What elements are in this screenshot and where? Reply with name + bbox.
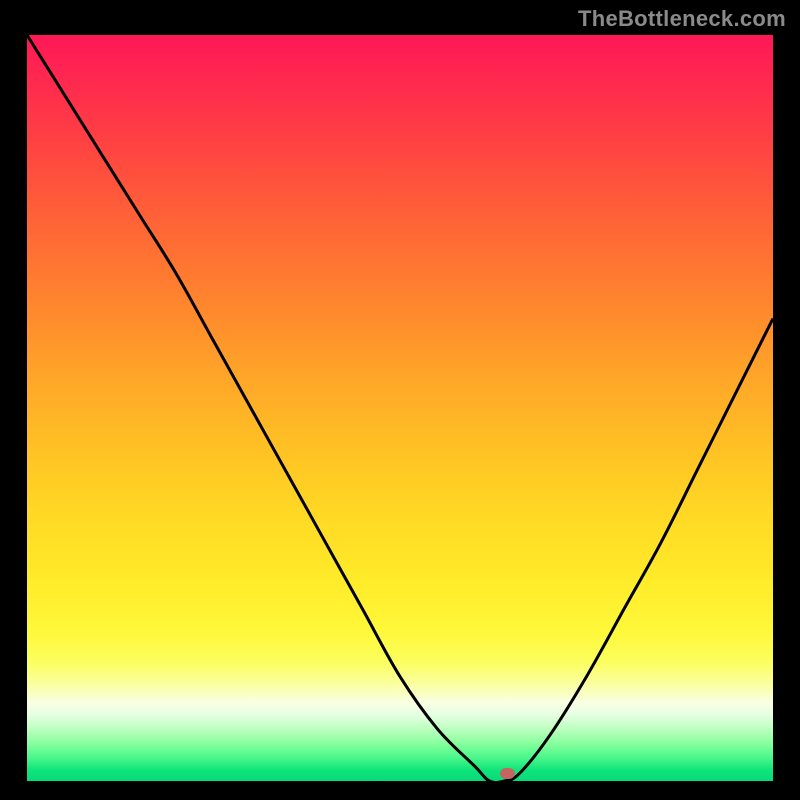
- watermark-text: TheBottleneck.com: [578, 6, 786, 32]
- optimal-marker: [500, 768, 515, 779]
- plot-area: [27, 35, 773, 781]
- bottleneck-curve: [27, 35, 773, 781]
- frame: TheBottleneck.com: [0, 0, 800, 800]
